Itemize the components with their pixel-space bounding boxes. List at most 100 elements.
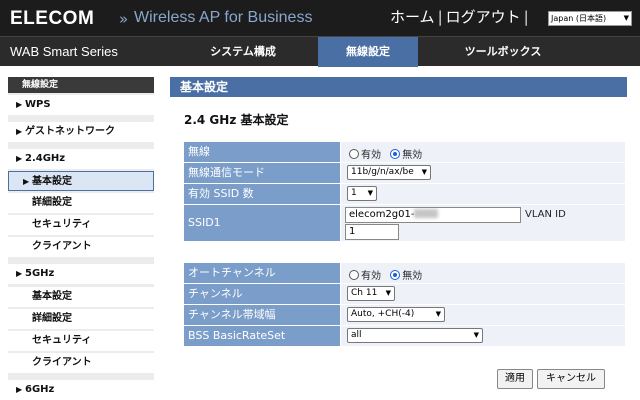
sidebar-item-24-client[interactable]: クライアント <box>8 237 154 257</box>
mode-select[interactable]: 11b/g/n/ax/be ▼ <box>347 165 431 180</box>
ssid-count-label: 有効 SSID 数 <box>184 184 340 204</box>
sidebar-item-label: WPS <box>25 99 51 110</box>
header-links: ホーム | ログアウト | <box>390 6 532 27</box>
channel-label: チャンネル <box>184 284 340 304</box>
sidebar-item-24-advanced[interactable]: 詳細設定 <box>8 193 154 213</box>
sidebar-item-label: 6GHz <box>25 384 55 395</box>
section-title: 2.4 GHz 基本設定 <box>184 113 289 127</box>
caret-right-icon: ▶ <box>16 385 23 394</box>
mode-label: 無線通信モード <box>184 163 340 183</box>
bss-rate-select-value: all <box>351 330 362 340</box>
caret-right-icon: ▶ <box>16 100 23 109</box>
sidebar-item-5-client[interactable]: クライアント <box>8 353 154 373</box>
sidebar-item-24-security[interactable]: セキュリティ <box>8 215 154 235</box>
channel-value-cell: Ch 11 ▼ <box>341 284 625 304</box>
bss-rate-value-cell: all ▼ <box>341 326 625 346</box>
bandwidth-value-cell: Auto, +CH(-4) ▼ <box>341 305 625 325</box>
wireless-value-cell: 有効 無効 <box>341 142 625 162</box>
link-separator: | <box>523 8 529 26</box>
sidebar-item-label: セキュリティ <box>32 219 92 230</box>
elecom-logo: ELECOM <box>10 8 95 29</box>
sidebar-item-label: 5GHz <box>25 268 55 279</box>
channel-select-value: Ch 11 <box>351 288 378 298</box>
caret-right-icon: ▶ <box>16 127 23 136</box>
link-separator: | <box>437 8 443 26</box>
bandwidth-label: チャンネル帯域幅 <box>184 305 340 325</box>
sidebar-item-label: 詳細設定 <box>32 197 72 208</box>
home-link[interactable]: ホーム <box>390 8 435 26</box>
sidebar-item-label: セキュリティ <box>32 335 92 346</box>
panel-title: 基本設定 <box>170 77 627 97</box>
sidebar-item-24-basic[interactable]: ▶ 基本設定 <box>8 171 154 191</box>
auto-channel-label: オートチャンネル <box>184 263 340 283</box>
vlan-id-label: VLAN ID <box>525 209 566 220</box>
ssid-count-select[interactable]: 1 ▼ <box>347 186 377 201</box>
wireless-radio-group: 有効 無効 <box>349 146 422 161</box>
caret-right-icon: ▶ <box>23 177 30 186</box>
language-value: Japan (日本語) <box>551 14 607 23</box>
auto-channel-disable-label: 無効 <box>402 271 423 282</box>
bandwidth-select[interactable]: Auto, +CH(-4) ▼ <box>347 307 445 322</box>
wireless-enable-label: 有効 <box>361 150 381 161</box>
redacted-text <box>414 209 439 218</box>
chevron-down-icon: ▼ <box>367 189 373 197</box>
mode-select-value: 11b/g/n/ax/be <box>351 167 414 177</box>
tab-toolbox[interactable]: ツールボックス <box>428 37 578 67</box>
wireless-disable-radio[interactable] <box>390 149 401 159</box>
series-name: WAB Smart Series <box>10 44 118 59</box>
auto-channel-value-cell: 有効 無効 <box>341 263 625 283</box>
sidebar-item-label: 詳細設定 <box>32 313 72 324</box>
sidebar-item-label: クライアント <box>32 241 92 252</box>
vlan-id-input[interactable]: 1 <box>345 224 399 240</box>
chevron-down-icon: ▼ <box>421 168 427 176</box>
sidebar-item-label: ゲストネットワーク <box>25 126 115 137</box>
tab-wireless-settings[interactable]: 無線設定 <box>318 37 418 67</box>
ssid1-input[interactable]: elecom2g01- <box>345 207 521 223</box>
sidebar-item-wps[interactable]: ▶ WPS <box>8 95 154 115</box>
sidebar-item-label: クライアント <box>32 357 92 368</box>
caret-right-icon: ▶ <box>16 269 23 278</box>
ssid1-label: SSID1 <box>184 205 340 241</box>
product-title: Wireless AP for Business <box>134 9 313 26</box>
wireless-label: 無線 <box>184 142 340 162</box>
apply-button[interactable]: 適用 <box>497 369 533 389</box>
vlan-id-input-value: 1 <box>349 226 356 237</box>
sidebar-item-guest-network[interactable]: ▶ ゲストネットワーク <box>8 122 154 142</box>
chevron-icon: » <box>119 10 129 28</box>
tab-system-config[interactable]: システム構成 <box>178 37 308 67</box>
main-nav: WAB Smart Series システム構成 無線設定 ツールボックス <box>0 36 640 67</box>
logout-link[interactable]: ログアウト <box>446 8 521 26</box>
caret-right-icon: ▶ <box>16 154 23 163</box>
wireless-disable-label: 無効 <box>402 150 423 161</box>
sidebar-item-label: 基本設定 <box>32 176 72 187</box>
sidebar-item-24ghz[interactable]: ▶ 2.4GHz <box>8 149 154 169</box>
chevron-down-icon: ▼ <box>623 14 629 22</box>
mode-value-cell: 11b/g/n/ax/be ▼ <box>341 163 625 183</box>
sidebar-item-5-security[interactable]: セキュリティ <box>8 331 154 351</box>
ssid-count-select-value: 1 <box>351 188 357 198</box>
sidebar-item-6ghz[interactable]: ▶ 6GHz <box>8 380 154 400</box>
chevron-down-icon: ▼ <box>385 289 391 297</box>
chevron-down-icon: ▼ <box>435 310 441 318</box>
ssid1-value-cell: elecom2g01- VLAN ID 1 <box>341 205 625 241</box>
auto-channel-enable-label: 有効 <box>361 271 381 282</box>
ssid1-input-value: elecom2g01- <box>349 209 415 220</box>
auto-channel-enable-radio[interactable] <box>349 270 359 280</box>
bandwidth-select-value: Auto, +CH(-4) <box>351 309 415 319</box>
auto-channel-radio-group: 有効 無効 <box>349 267 422 282</box>
sidebar-title: 無線設定 <box>8 77 154 93</box>
language-select[interactable]: Japan (日本語) ▼ <box>548 11 632 26</box>
sidebar-item-label: 基本設定 <box>32 291 72 302</box>
auto-channel-disable-radio[interactable] <box>390 270 401 280</box>
top-header: ELECOM » Wireless AP for Business ホーム | ログ… <box>0 0 640 36</box>
wireless-enable-radio[interactable] <box>349 149 359 159</box>
bss-rate-label: BSS BasicRateSet <box>184 326 340 346</box>
chevron-down-icon: ▼ <box>473 331 479 339</box>
sidebar-item-5ghz[interactable]: ▶ 5GHz <box>8 264 154 284</box>
channel-select[interactable]: Ch 11 ▼ <box>347 286 395 301</box>
sidebar-item-5-basic[interactable]: 基本設定 <box>8 287 154 307</box>
cancel-button[interactable]: キャンセル <box>537 369 605 389</box>
bss-rate-select[interactable]: all ▼ <box>347 328 483 343</box>
sidebar-item-label: 2.4GHz <box>25 153 66 164</box>
sidebar-item-5-advanced[interactable]: 詳細設定 <box>8 309 154 329</box>
